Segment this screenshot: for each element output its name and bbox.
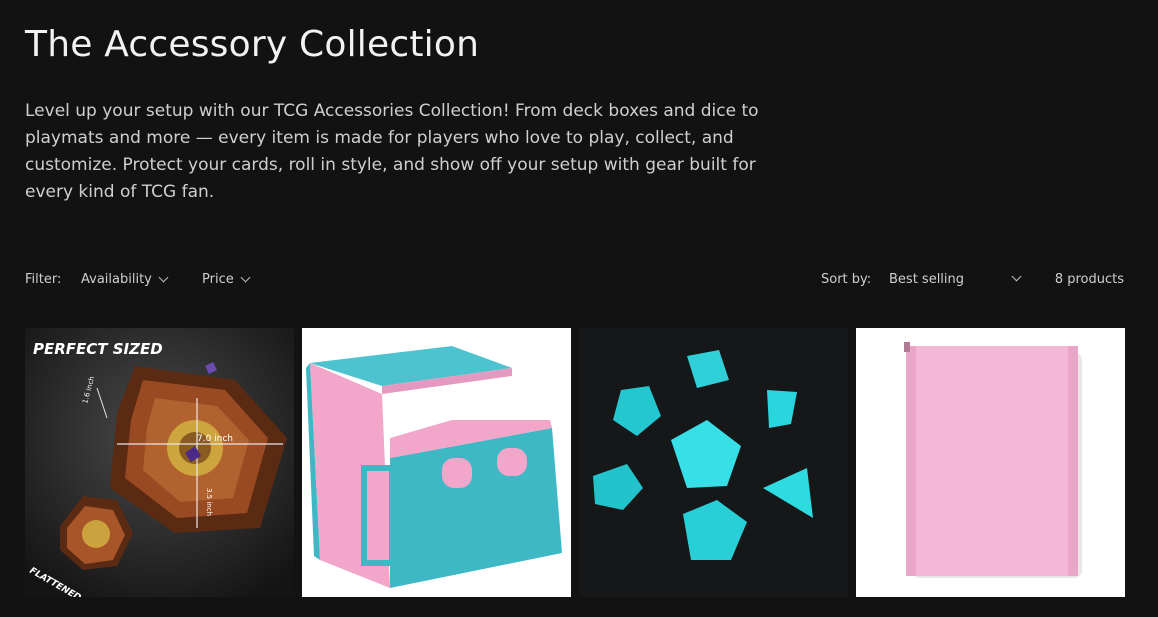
price-filter-label: Price [202, 272, 234, 287]
collection-description: Level up your setup with our TCG Accesso… [25, 101, 759, 202]
binder-image [856, 328, 1125, 597]
product-card-binder[interactable] [856, 328, 1125, 597]
filter-label: Filter: [25, 272, 62, 287]
product-card-dice-set[interactable] [579, 328, 848, 597]
tray-width-label: 7.0 inch [197, 434, 233, 444]
availability-filter[interactable]: Availability [81, 272, 169, 287]
product-card-dice-tray[interactable]: PERFECT SIZED 7.0 inch 1.6 inch 3.5 inch… [25, 328, 294, 597]
page-title: The Accessory Collection [25, 24, 480, 65]
product-card-deck-box[interactable] [302, 328, 571, 597]
product-grid: PERFECT SIZED 7.0 inch 1.6 inch 3.5 inch… [25, 328, 1125, 597]
availability-filter-label: Availability [81, 272, 152, 287]
sort-select[interactable]: Best selling [889, 271, 1024, 287]
chevron-down-icon [240, 272, 251, 283]
deck-box-image [302, 328, 571, 597]
sort-label: Sort by: [821, 272, 872, 287]
chevron-down-icon [158, 272, 169, 283]
chevron-down-icon [1011, 271, 1022, 282]
dice-tray-image: PERFECT SIZED 7.0 inch 1.6 inch 3.5 inch… [25, 328, 294, 597]
filter-bar: Filter: Availability Price Sort by: Best… [25, 271, 1124, 292]
price-filter[interactable]: Price [202, 272, 251, 287]
dice-set-image [579, 328, 848, 597]
tray-depth-label: 3.5 inch [205, 488, 213, 516]
tray-headline: PERFECT SIZED [33, 340, 163, 358]
product-count: 8 products [1054, 272, 1124, 287]
sort-select-value: Best selling [889, 272, 965, 287]
